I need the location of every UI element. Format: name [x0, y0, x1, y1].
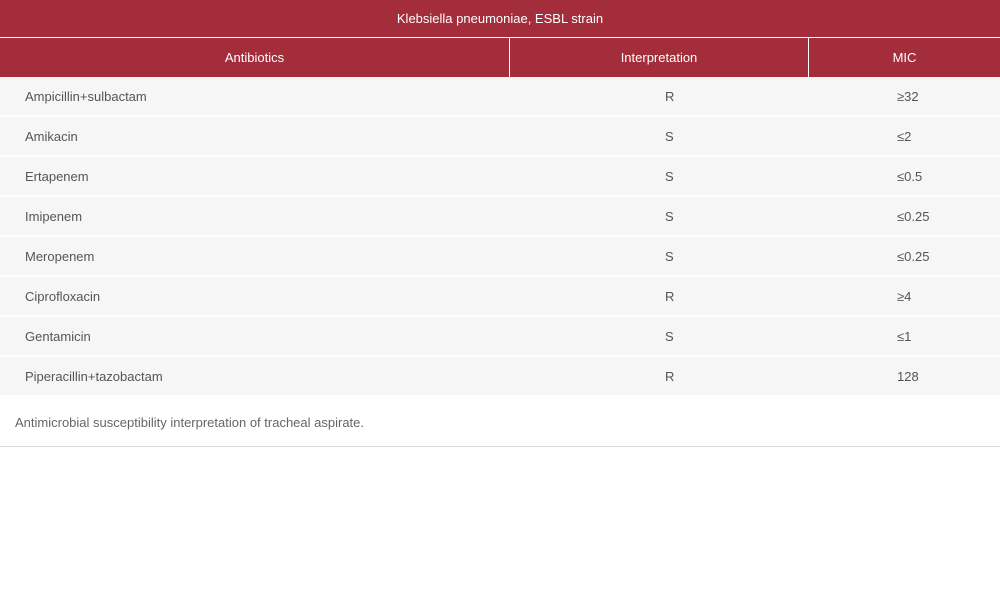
- interpretation-cell: S: [665, 208, 674, 224]
- table-row: Gentamicin S ≤1: [0, 317, 1000, 357]
- table-row: Piperacillin+tazobactam R 128: [0, 357, 1000, 397]
- antibiotic-cell: Ciprofloxacin: [25, 288, 101, 304]
- antibiotic-cell: Ertapenem: [25, 168, 89, 184]
- header-mic: MIC: [892, 50, 917, 65]
- mic-cell: ≤0.5: [897, 168, 923, 184]
- mic-cell: ≤2: [897, 128, 912, 144]
- interpretation-cell: R: [665, 88, 675, 104]
- antibiotic-cell: Gentamicin: [25, 328, 91, 344]
- interpretation-cell: S: [665, 128, 674, 144]
- interpretation-cell: S: [665, 248, 674, 264]
- table-header-row: Antibiotics Interpretation MIC: [0, 38, 1000, 77]
- table-row: Amikacin S ≤2: [0, 117, 1000, 157]
- table-row: Imipenem S ≤0.25: [0, 197, 1000, 237]
- antibiotic-cell: Ampicillin+sulbactam: [25, 88, 147, 104]
- mic-cell: ≤1: [897, 328, 912, 344]
- mic-cell: 128: [897, 368, 919, 384]
- table-row: Meropenem S ≤0.25: [0, 237, 1000, 277]
- antibiotic-cell: Imipenem: [25, 208, 83, 224]
- mic-cell: ≥32: [897, 88, 919, 104]
- table-row: Ciprofloxacin R ≥4: [0, 277, 1000, 317]
- antibiotic-cell: Piperacillin+tazobactam: [25, 368, 163, 384]
- interpretation-cell: R: [665, 368, 675, 384]
- antibiotic-cell: Meropenem: [25, 248, 95, 264]
- mic-cell: ≤0.25: [897, 248, 930, 264]
- antibiotic-cell: Amikacin: [25, 128, 78, 144]
- header-interpretation: Interpretation: [510, 38, 809, 77]
- table-row: Ertapenem S ≤0.5: [0, 157, 1000, 197]
- mic-cell: ≤0.25: [897, 208, 930, 224]
- mic-cell: ≥4: [897, 288, 912, 304]
- interpretation-cell: R: [665, 288, 675, 304]
- table-caption: Antimicrobial susceptibility interpretat…: [0, 399, 1000, 447]
- interpretation-cell: S: [665, 328, 674, 344]
- table-row: Ampicillin+sulbactam R ≥32: [0, 77, 1000, 117]
- table-body: Ampicillin+sulbactam R ≥32 Amikacin S ≤2…: [0, 77, 1000, 397]
- table-title: Klebsiella pneumoniae, ESBL strain: [0, 0, 1000, 38]
- header-antibiotics: Antibiotics: [0, 38, 510, 77]
- susceptibility-table: Klebsiella pneumoniae, ESBL strain Antib…: [0, 0, 1000, 447]
- interpretation-cell: S: [665, 168, 674, 184]
